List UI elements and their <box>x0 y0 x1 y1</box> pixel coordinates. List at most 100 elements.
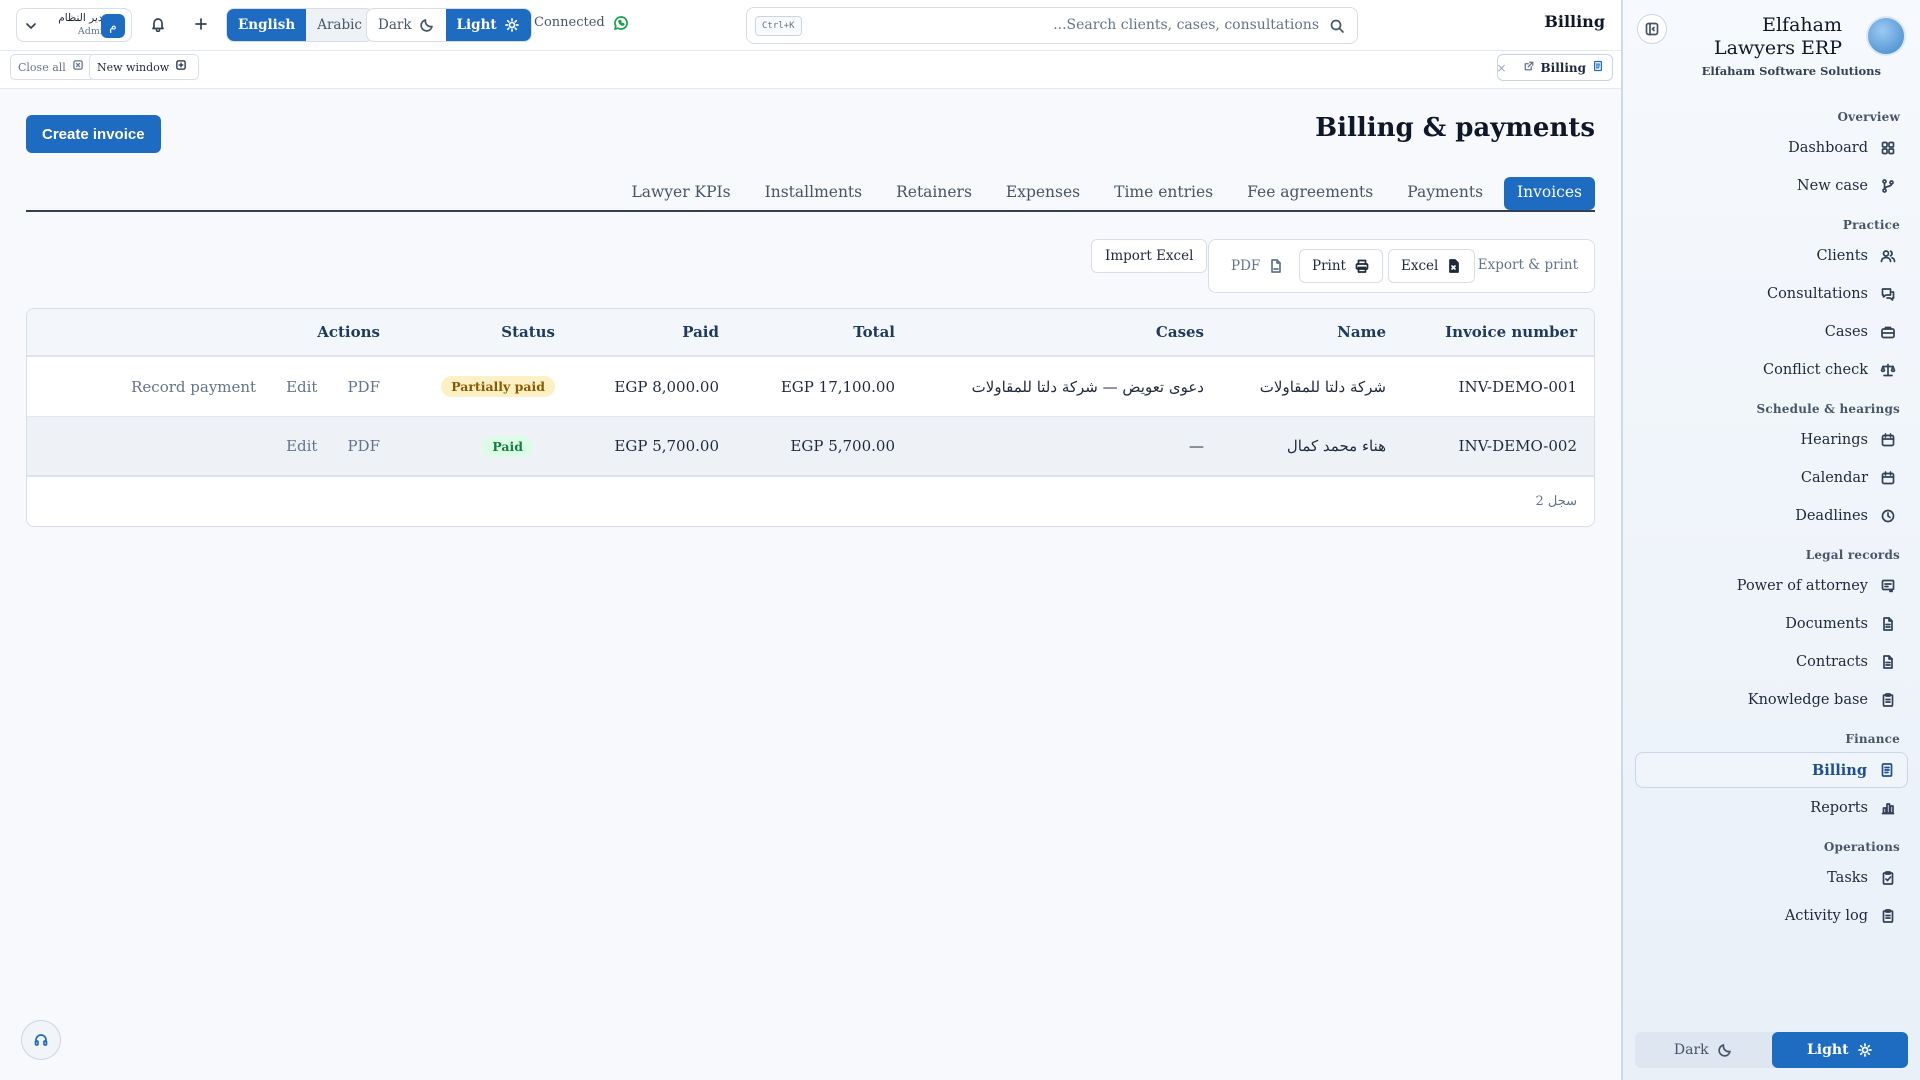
sidebar-item-billing[interactable]: Billing <box>1635 752 1908 788</box>
export-pdf-label: PDF <box>1231 258 1261 274</box>
language-english[interactable]: English <box>227 9 307 41</box>
sidebar-item-new-case[interactable]: New case <box>1635 168 1908 204</box>
sidebar-item-documents[interactable]: Documents <box>1635 606 1908 642</box>
edit-button[interactable]: Edit <box>286 437 317 455</box>
sidebar-item-cases[interactable]: Cases <box>1635 314 1908 350</box>
export-excel-label: Excel <box>1401 258 1439 274</box>
search-icon <box>1329 18 1345 34</box>
sidebar-item-power-of-attorney[interactable]: Power of attorney <box>1635 568 1908 604</box>
sidebar-item-clients[interactable]: Clients <box>1635 238 1908 274</box>
header-paid[interactable]: Paid <box>682 309 719 355</box>
status-badge: Partially paid <box>441 376 555 397</box>
sidebar-item-dashboard[interactable]: Dashboard <box>1635 130 1908 166</box>
sidebar-item-label: Contracts <box>1796 654 1868 670</box>
tab-expenses[interactable]: Expenses <box>989 177 1097 210</box>
spreadsheet-icon <box>1446 258 1462 274</box>
help-button[interactable] <box>21 1020 61 1060</box>
global-search[interactable]: Ctrl+K ...Search clients, cases, consult… <box>746 7 1358 44</box>
tab-time-entries[interactable]: Time entries <box>1097 177 1230 210</box>
sidebar-item-label: Clients <box>1816 248 1868 264</box>
receipt-icon <box>1879 762 1895 778</box>
sidebar-item-consultations[interactable]: Consultations <box>1635 276 1908 312</box>
table-row[interactable]: INV-DEMO-002 هناء محمد كمال — EGP 5,700.… <box>27 417 1594 477</box>
checklist-icon <box>1880 870 1896 886</box>
tab-lawyer-kpis[interactable]: Lawyer KPIs <box>614 177 747 210</box>
print-button[interactable]: Print <box>1299 249 1383 283</box>
sidebar-theme-light-label: Light <box>1806 1042 1849 1058</box>
sidebar-item-reports[interactable]: Reports <box>1635 790 1908 826</box>
theme-light-label: Light <box>456 17 497 33</box>
theme-dark-button[interactable]: Dark <box>367 9 446 41</box>
client-name: شركة دلتا للمقاولات <box>1259 377 1386 396</box>
export-pdf-button[interactable]: PDF <box>1219 249 1296 283</box>
sidebar-item-hearings[interactable]: Hearings <box>1635 422 1908 458</box>
plus-icon[interactable] <box>193 16 209 32</box>
sidebar-item-tasks[interactable]: Tasks <box>1635 860 1908 896</box>
theme-light-button[interactable]: Light <box>445 9 531 41</box>
sidebar-item-label: Hearings <box>1800 432 1868 448</box>
sidebar-item-knowledge-base[interactable]: Knowledge base <box>1635 682 1908 718</box>
sidebar-item-label: New case <box>1796 178 1868 194</box>
search-shortcut: Ctrl+K <box>755 16 802 36</box>
pdf-button[interactable]: PDF <box>347 437 380 455</box>
tab-invoices[interactable]: Invoices <box>1504 177 1595 210</box>
import-excel-button[interactable]: Import Excel <box>1091 239 1208 273</box>
tab-retainers[interactable]: Retainers <box>879 177 989 210</box>
record-payment-button[interactable]: Record payment <box>131 378 256 396</box>
sidebar-theme-dark-button[interactable]: Dark <box>1635 1032 1772 1068</box>
header-invoice-number[interactable]: Invoice number <box>1445 309 1577 355</box>
sun-icon <box>504 17 520 33</box>
brand-subtitle: Elfaham Software Solutions <box>1701 64 1881 78</box>
sun-icon <box>1857 1042 1873 1058</box>
sidebar: Elfaham Lawyers ERP Elfaham Software Sol… <box>1621 0 1920 1080</box>
table-row[interactable]: INV-DEMO-001 شركة دلتا للمقاولات دعوى تع… <box>27 357 1594 417</box>
clipboard-icon <box>1880 908 1896 924</box>
open-tab-billing[interactable]: × Billing <box>1496 54 1613 81</box>
receipt-icon <box>1592 60 1604 76</box>
bell-icon[interactable] <box>150 16 166 33</box>
language-switch: English Arabic <box>226 8 374 42</box>
new-window-label: New window <box>97 60 170 74</box>
users-icon <box>1880 248 1896 264</box>
tab-fee-agreements[interactable]: Fee agreements <box>1230 177 1390 210</box>
pdf-button[interactable]: PDF <box>347 378 380 396</box>
sidebar-theme-light-button[interactable]: Light <box>1771 1032 1908 1068</box>
row-actions: Edit PDF <box>286 417 380 475</box>
language-arabic[interactable]: Arabic <box>306 9 373 41</box>
sidebar-item-label: Conflict check <box>1763 362 1868 378</box>
header-name[interactable]: Name <box>1337 309 1386 355</box>
clock-icon <box>1880 508 1896 524</box>
moon-icon <box>419 17 435 33</box>
tab-payments[interactable]: Payments <box>1390 177 1500 210</box>
sidebar-item-contracts[interactable]: Contracts <box>1635 644 1908 680</box>
close-all-button[interactable]: Close all <box>10 54 96 80</box>
edit-button[interactable]: Edit <box>286 378 317 396</box>
billing-tabs: Lawyer KPIs Installments Retainers Expen… <box>26 177 1595 212</box>
close-tab-icon[interactable]: × <box>1496 61 1506 75</box>
table-header-row: Invoice number Name Cases Total Paid Sta… <box>27 309 1594 357</box>
sidebar-item-deadlines[interactable]: Deadlines <box>1635 498 1908 534</box>
new-window-button[interactable]: New window <box>89 54 200 80</box>
avatar: م <box>101 14 125 38</box>
nav-group-title: Operations <box>1823 840 1900 854</box>
header-total[interactable]: Total <box>853 309 895 355</box>
git-branch-icon <box>1880 178 1896 194</box>
sidebar-item-label: Knowledge base <box>1747 692 1868 708</box>
user-menu[interactable]: مدير النظام Admin م <box>16 8 132 42</box>
export-excel-button[interactable]: Excel <box>1388 249 1476 283</box>
moon-icon <box>1717 1042 1733 1058</box>
tab-installments[interactable]: Installments <box>748 177 879 210</box>
file-icon <box>1880 654 1896 670</box>
external-link-icon[interactable] <box>1523 60 1535 76</box>
sidebar-item-conflict-check[interactable]: Conflict check <box>1635 352 1908 388</box>
invoice-number: INV-DEMO-002 <box>1458 437 1577 455</box>
create-invoice-button[interactable]: Create invoice <box>26 115 161 153</box>
sidebar-item-calendar[interactable]: Calendar <box>1635 460 1908 496</box>
sidebar-item-activity-log[interactable]: Activity log <box>1635 898 1908 934</box>
header-status[interactable]: Status <box>501 309 555 355</box>
sidebar-nav: Overview Dashboard New case Practice Cli… <box>1623 100 1920 936</box>
header-cases[interactable]: Cases <box>1156 309 1204 355</box>
sidebar-item-label: Deadlines <box>1795 508 1868 524</box>
scale-icon <box>1880 362 1896 378</box>
theme-switch-sidebar: Dark Light <box>1635 1032 1908 1068</box>
